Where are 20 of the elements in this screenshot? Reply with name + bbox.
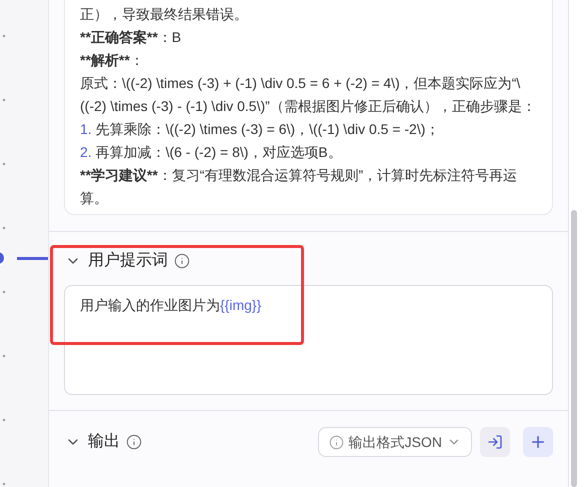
list-item: 2. 再算加减：\(6 - (-2) = 8\)，对应选项B。: [80, 143, 343, 162]
info-icon: [328, 434, 344, 450]
info-icon: [126, 434, 142, 450]
import-button[interactable]: [480, 427, 510, 457]
format-select[interactable]: 输出格式JSON: [318, 427, 472, 457]
answer-text: **正确答案**：B: [80, 28, 182, 47]
answer-text: 原式：\((-2) \times (-3) + (-1) \div 0.5 = 6 + (-2) = 4\)，但本题实际应为“\((-2) \times (-3) - (-1) \div 0.5\)”（需根据图片修正后确认），正确步骤是：: [80, 74, 537, 116]
section-title: 输出: [88, 432, 120, 452]
prompt-field[interactable]: 用户输入的作业图片为{{img}}: [64, 285, 553, 395]
connector-line: [17, 257, 48, 260]
import-icon: [487, 434, 503, 450]
answer-text: **解析**：: [80, 51, 145, 70]
add-button[interactable]: [523, 427, 553, 457]
list-item: 1. 先算乘除：\((-2) \times (-3) = 6\)，\((-1) \div 0.5 = -2\)；: [80, 120, 440, 139]
answer-text: **学习建议**：复习“有理数混合运算符号规则”，计算时先标注符号再运算。: [80, 166, 518, 208]
answer-text: 正），导致最终结果错误。: [80, 5, 249, 24]
section-title: 用户提示词: [88, 250, 168, 271]
plus-icon: [529, 433, 547, 451]
scrollbar-thumb[interactable]: [571, 210, 577, 487]
info-icon: [174, 253, 190, 269]
